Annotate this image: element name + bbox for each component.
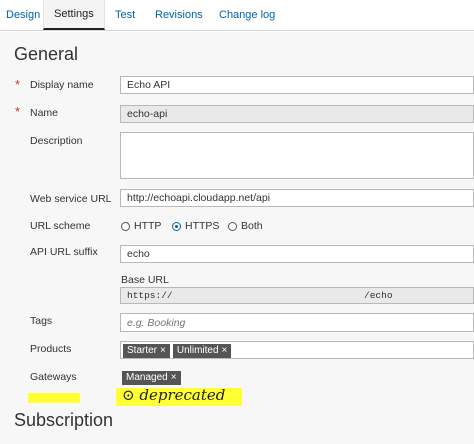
radio-unselected-icon <box>121 221 130 231</box>
radio-unselected-icon <box>228 221 237 231</box>
web-service-url-input[interactable]: http://echoapi.cloudapp.net/api <box>120 189 474 207</box>
api-url-suffix-input[interactable]: echo <box>120 245 474 263</box>
description-label: Description <box>30 135 83 147</box>
tab-settings[interactable]: Settings <box>43 0 105 30</box>
url-scheme-http-label: HTTP <box>134 220 162 232</box>
url-scheme-both-option[interactable]: Both <box>228 220 263 232</box>
required-asterisk: * <box>15 77 21 92</box>
url-scheme-https-option[interactable]: HTTPS <box>172 220 219 232</box>
tab-change-log[interactable]: Change log <box>219 0 275 30</box>
name-input: echo-api <box>120 105 474 123</box>
gateways-label: Gateways <box>30 371 77 383</box>
url-scheme-label: URL scheme <box>30 220 91 232</box>
chip-label: Managed <box>126 372 168 383</box>
annotation-text: deprecated <box>139 386 226 404</box>
url-scheme-both-label: Both <box>241 220 263 232</box>
tab-bar: Design Settings Test Revisions Change lo… <box>0 0 474 31</box>
annotation-mark-icon: ⊙ <box>122 386 135 404</box>
handwritten-annotation: ⊙ deprecated <box>122 386 225 404</box>
base-url-label: Base URL <box>121 274 169 286</box>
api-url-suffix-label: API URL suffix <box>30 246 98 258</box>
remove-icon[interactable]: × <box>222 345 228 356</box>
remove-icon[interactable]: × <box>171 372 177 383</box>
url-scheme-https-label: HTTPS <box>185 220 220 232</box>
chip-label: Starter <box>127 345 158 356</box>
tab-revisions[interactable]: Revisions <box>155 0 203 30</box>
web-service-url-label: Web service URL <box>30 193 112 205</box>
products-label: Products <box>30 343 72 355</box>
products-field[interactable]: Starter × Unlimited × <box>120 341 474 359</box>
product-chip-unlimited: Unlimited × <box>172 344 232 358</box>
url-scheme-http-option[interactable]: HTTP <box>121 220 161 232</box>
name-label: Name <box>30 107 59 119</box>
required-asterisk: * <box>15 104 21 119</box>
tags-label: Tags <box>30 315 53 327</box>
gateway-chip-managed: Managed × <box>122 371 181 385</box>
display-name-label: Display name <box>30 79 94 91</box>
section-title-subscription: Subscription <box>14 410 114 430</box>
base-url-readonly: https:// /echo <box>120 287 474 304</box>
highlight-marker <box>28 393 80 403</box>
chip-label: Unlimited <box>176 345 219 356</box>
description-textarea[interactable] <box>120 132 474 179</box>
gateways-field[interactable]: Managed × <box>120 369 182 387</box>
remove-icon[interactable]: × <box>160 345 166 356</box>
base-url-prefix: https:// <box>127 290 173 301</box>
tab-design[interactable]: Design <box>6 0 40 30</box>
section-title-general: General <box>14 44 79 64</box>
base-url-suffix: /echo <box>364 290 393 301</box>
tags-input[interactable] <box>120 313 474 332</box>
radio-selected-icon <box>172 221 181 231</box>
product-chip-starter: Starter × <box>123 344 170 358</box>
tab-test[interactable]: Test <box>115 0 135 30</box>
display-name-input[interactable]: Echo API <box>120 76 474 94</box>
